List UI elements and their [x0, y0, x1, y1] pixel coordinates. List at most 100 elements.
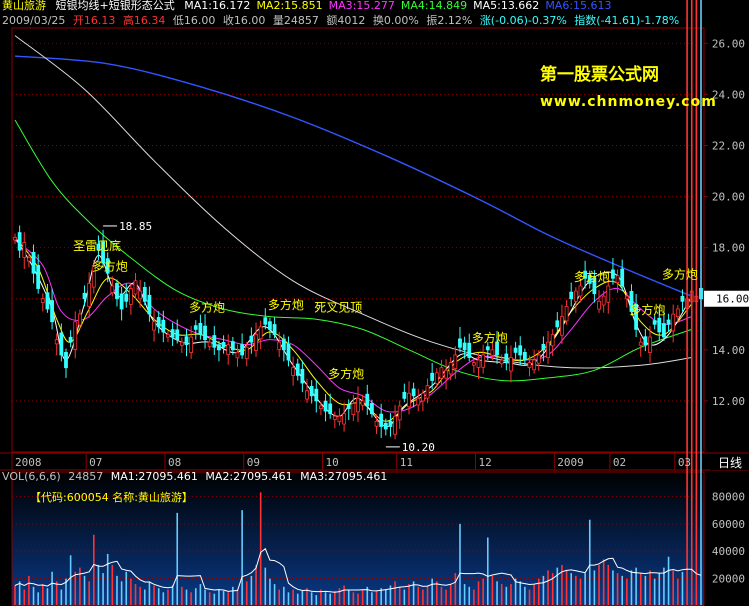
candle-body[interactable] — [504, 353, 509, 364]
candle-body[interactable] — [73, 321, 78, 350]
candle-body[interactable] — [175, 329, 180, 341]
candle-body[interactable] — [522, 351, 527, 361]
candle-body[interactable] — [184, 336, 189, 346]
candle-body[interactable] — [416, 397, 421, 406]
candle-body[interactable] — [235, 351, 240, 359]
candle-body[interactable] — [615, 275, 620, 284]
candle-body[interactable] — [444, 369, 448, 379]
candle-body[interactable] — [13, 237, 17, 241]
candle-body[interactable] — [272, 324, 277, 335]
candle-body[interactable] — [643, 336, 648, 346]
candle-body[interactable] — [448, 362, 453, 375]
candle-body[interactable] — [64, 351, 68, 369]
candle-body[interactable] — [138, 290, 143, 300]
candle-body[interactable] — [281, 338, 286, 351]
candle-body[interactable] — [198, 322, 203, 335]
candle-body[interactable] — [638, 341, 643, 346]
candle-body[interactable] — [397, 405, 402, 421]
candle-body[interactable] — [337, 415, 342, 423]
candle-body[interactable] — [221, 342, 226, 348]
candle-body[interactable] — [541, 343, 546, 351]
candle-body[interactable] — [430, 372, 435, 381]
candle-body[interactable] — [212, 335, 217, 348]
candle-body[interactable] — [87, 283, 92, 307]
candle-body[interactable] — [291, 367, 296, 376]
candle-body[interactable] — [555, 320, 560, 328]
candle-body[interactable] — [323, 400, 328, 412]
candle-body[interactable] — [509, 357, 513, 372]
candle-body[interactable] — [393, 415, 397, 435]
candle-body[interactable] — [254, 334, 258, 351]
candle-body[interactable] — [124, 293, 129, 302]
candle-body[interactable] — [142, 286, 147, 302]
candle-body[interactable] — [527, 362, 532, 368]
stock-chart[interactable]: 12.00 14.00 16.00 18.00 20.00 22.00 24.00 26.00… — [0, 0, 749, 606]
candle-body[interactable] — [365, 393, 370, 407]
candle-body[interactable] — [147, 294, 152, 315]
candle-body[interactable] — [332, 415, 337, 420]
candle-body[interactable] — [17, 232, 22, 251]
candle-body[interactable] — [620, 268, 625, 287]
candle-body[interactable] — [305, 390, 309, 400]
candle-body[interactable] — [277, 341, 282, 350]
candle-body[interactable] — [458, 338, 462, 348]
candle-body[interactable] — [374, 420, 379, 427]
candle-body[interactable] — [462, 342, 467, 351]
candle-body[interactable] — [295, 363, 300, 376]
candle-body[interactable] — [77, 313, 82, 326]
candle-body[interactable] — [490, 349, 495, 356]
candle-body[interactable] — [244, 346, 249, 360]
candle-body[interactable] — [666, 319, 671, 325]
candle-body[interactable] — [564, 306, 569, 322]
candle-body[interactable] — [263, 317, 268, 325]
candle-body[interactable] — [314, 388, 319, 402]
candle-body[interactable] — [68, 336, 73, 343]
candle-body[interactable] — [156, 317, 161, 328]
candle-body[interactable] — [342, 413, 346, 425]
candle-body[interactable] — [31, 252, 36, 274]
candle-body[interactable] — [411, 388, 416, 397]
candle-body[interactable] — [268, 321, 272, 330]
candle-body[interactable] — [420, 392, 425, 402]
candle-body[interactable] — [110, 285, 115, 293]
candle-body[interactable] — [152, 321, 156, 331]
candle-body[interactable] — [370, 403, 374, 415]
candle-body[interactable] — [573, 290, 578, 302]
candle-body[interactable] — [230, 341, 235, 351]
candle-body[interactable] — [346, 404, 351, 409]
candle-body[interactable] — [319, 405, 323, 409]
candle-body[interactable] — [652, 320, 657, 325]
candle-body[interactable] — [309, 386, 314, 397]
candle-body[interactable] — [675, 308, 680, 318]
candle-body[interactable] — [536, 354, 541, 364]
candle-body[interactable] — [40, 298, 45, 303]
candle-body[interactable] — [226, 344, 231, 355]
candle-body[interactable] — [569, 291, 574, 300]
candle-body[interactable] — [383, 422, 388, 430]
candle-body[interactable] — [328, 403, 333, 415]
candle-body[interactable] — [82, 292, 87, 300]
candle-body[interactable] — [170, 329, 175, 338]
candle-body[interactable] — [518, 345, 523, 356]
candle-body[interactable] — [240, 344, 245, 356]
candle-body[interactable] — [578, 285, 583, 297]
candle-body[interactable] — [662, 323, 666, 338]
candle-body[interactable] — [513, 347, 518, 353]
candle-body[interactable] — [611, 269, 615, 279]
candle-body[interactable] — [601, 295, 606, 306]
candle-body[interactable] — [189, 336, 194, 353]
candle-body[interactable] — [485, 346, 490, 351]
candle-body[interactable] — [50, 300, 54, 323]
candle-body[interactable] — [161, 319, 166, 333]
candle-body[interactable] — [300, 368, 305, 384]
candle-body[interactable] — [597, 300, 601, 310]
candle-body[interactable] — [45, 292, 50, 310]
candle-body[interactable] — [467, 342, 472, 358]
candle-body[interactable] — [286, 343, 291, 361]
candle-body[interactable] — [360, 400, 365, 406]
candle-body[interactable] — [22, 242, 27, 258]
candle-body[interactable] — [481, 354, 486, 368]
candle-body[interactable] — [119, 293, 124, 310]
candle-body[interactable] — [439, 367, 444, 379]
candle-body[interactable] — [532, 359, 537, 371]
